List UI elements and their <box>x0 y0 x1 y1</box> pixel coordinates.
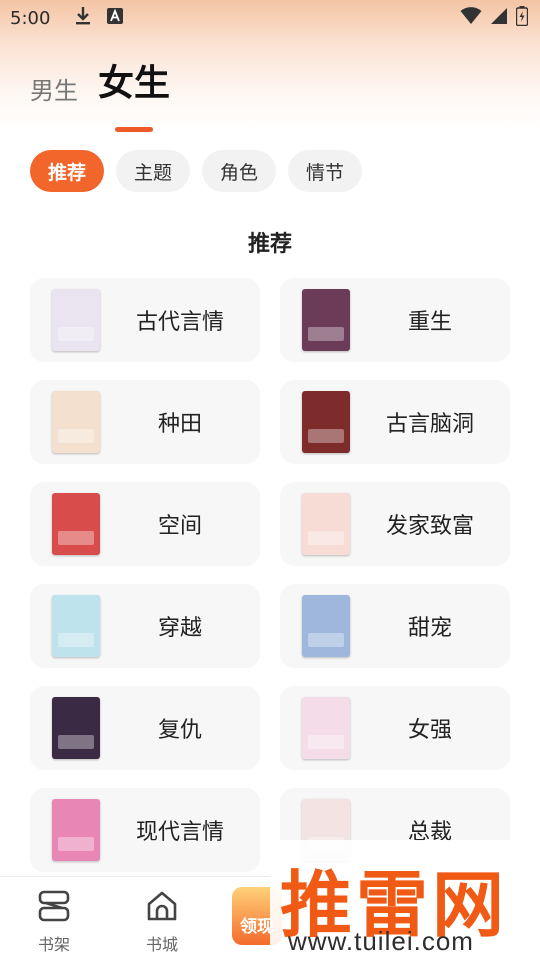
category-cover <box>52 493 100 555</box>
nav-bookstore[interactable]: 书城 <box>132 889 192 955</box>
category-card[interactable]: 现代言情 <box>30 788 260 872</box>
category-card[interactable]: 种田 <box>30 380 260 464</box>
category-label: 复仇 <box>157 718 202 743</box>
status-bar: 5:00 <box>0 0 540 36</box>
category-label: 空间 <box>157 514 202 539</box>
gender-tabs: 男生 女生 <box>30 54 190 132</box>
chip-recommend[interactable]: 推荐 <box>30 150 105 192</box>
signal-icon <box>490 7 508 29</box>
tab-male[interactable]: 男生 <box>30 71 78 106</box>
category-cover <box>52 697 100 759</box>
chip-plot[interactable]: 情节 <box>288 150 363 192</box>
category-card[interactable]: 甜宠 <box>280 584 510 668</box>
download-icon <box>74 6 92 30</box>
status-time: 5:00 <box>10 7 51 29</box>
category-card[interactable]: 复仇 <box>30 686 260 770</box>
category-cover <box>52 391 100 453</box>
category-cover <box>52 289 100 351</box>
nav-bookstore-label: 书城 <box>145 935 178 954</box>
tab-female[interactable]: 女生 <box>98 54 171 132</box>
category-grid: 古代言情 重生 种田 古言脑洞 空间 发家致富 穿越 甜宠 复仇 女强 现代言情 <box>30 278 510 872</box>
section-title: 推荐 <box>247 232 292 257</box>
category-cover <box>302 289 350 351</box>
nav-bookshelf[interactable]: 书架 <box>24 889 84 955</box>
home-icon <box>145 891 179 927</box>
filter-chips: 推荐 主题 角色 情节 <box>30 150 363 192</box>
wifi-icon <box>460 7 482 29</box>
category-card[interactable]: 发家致富 <box>280 482 510 566</box>
category-label: 重生 <box>407 310 452 335</box>
category-label: 古言脑洞 <box>385 412 474 437</box>
category-label: 现代言情 <box>135 820 224 845</box>
category-card[interactable]: 重生 <box>280 278 510 362</box>
chip-theme[interactable]: 主题 <box>116 150 191 192</box>
category-label: 发家致富 <box>385 514 474 539</box>
active-tab-indicator <box>115 127 153 132</box>
category-cover <box>302 595 350 657</box>
category-card[interactable]: 古言脑洞 <box>280 380 510 464</box>
category-label: 古代言情 <box>135 310 224 335</box>
category-cover <box>302 493 350 555</box>
tab-female-label: 女生 <box>98 63 171 104</box>
category-cover <box>52 595 100 657</box>
category-label: 女强 <box>407 718 452 743</box>
category-cover <box>52 799 100 861</box>
category-label: 穿越 <box>157 616 202 641</box>
category-card[interactable]: 穿越 <box>30 584 260 668</box>
category-label: 种田 <box>157 412 202 437</box>
tab-male-label: 男生 <box>30 77 78 105</box>
nav-bookshelf-label: 书架 <box>37 935 70 954</box>
watermark-overlay: 推雷网 www.tuilei.com <box>270 840 540 960</box>
category-card[interactable]: 古代言情 <box>30 278 260 362</box>
app-notification-icon <box>106 7 124 29</box>
category-card[interactable]: 女强 <box>280 686 510 770</box>
watermark-url: www.tuilei.com <box>288 926 474 956</box>
category-cover <box>302 697 350 759</box>
chip-role[interactable]: 角色 <box>202 150 277 192</box>
bookshelf-icon <box>37 890 71 927</box>
battery-icon <box>515 6 529 30</box>
category-label: 甜宠 <box>407 616 452 641</box>
category-card[interactable]: 空间 <box>30 482 260 566</box>
category-cover <box>302 391 350 453</box>
